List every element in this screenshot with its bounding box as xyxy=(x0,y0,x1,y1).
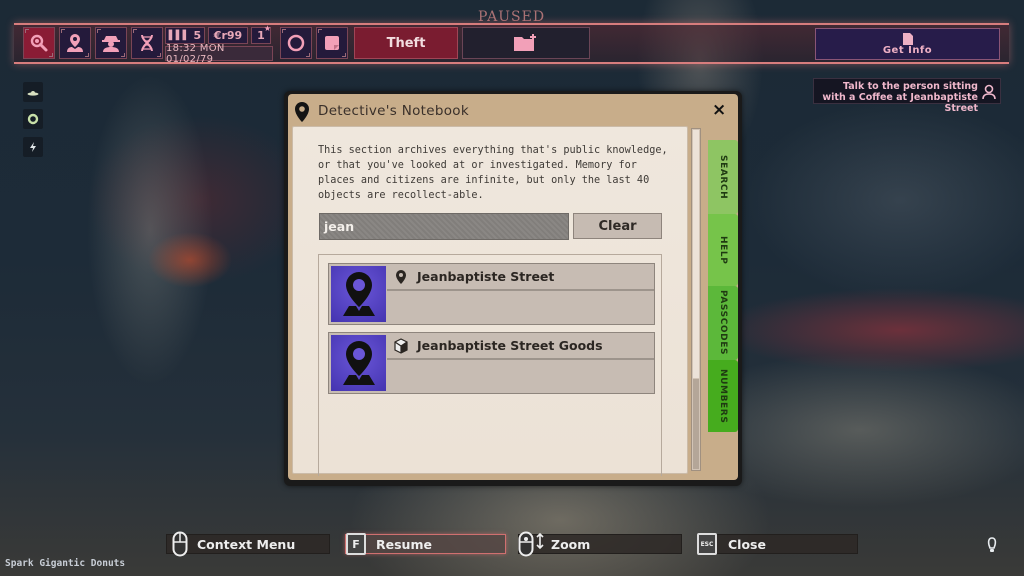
context-menu-hint[interactable]: Context Menu xyxy=(166,534,330,554)
ring-button[interactable] xyxy=(23,109,43,129)
result-thumbnail xyxy=(331,266,386,322)
notes-button[interactable] xyxy=(316,27,348,59)
magnifier-icon xyxy=(30,34,48,52)
detective-hat-icon xyxy=(102,36,120,52)
game-clock: 18:32 MON 01/02/79 xyxy=(165,43,273,65)
credits-stat: €r99 xyxy=(208,27,248,44)
notebook-description: This section archives everything that's … xyxy=(318,145,668,201)
objective-text: Talk to the person sitting with a Coffee… xyxy=(822,81,978,114)
circle-icon xyxy=(287,34,305,52)
location-pin-icon xyxy=(295,102,309,122)
tab-search[interactable]: SEARCH xyxy=(708,140,738,214)
box-icon xyxy=(394,337,408,354)
person-icon xyxy=(982,84,996,100)
ufo-icon xyxy=(27,91,39,96)
lightning-icon xyxy=(30,142,36,152)
search-input[interactable]: jean xyxy=(319,213,569,240)
get-info-button[interactable]: Get Info xyxy=(815,28,1000,60)
circle-button[interactable] xyxy=(280,27,312,59)
clear-button[interactable]: Clear xyxy=(573,213,662,239)
sticky-notes-icon xyxy=(325,36,339,50)
folder-plus-icon xyxy=(514,34,536,51)
current-location: Spark Gigantic Donuts xyxy=(5,558,126,569)
map-pin-icon xyxy=(343,341,375,385)
ring-icon xyxy=(27,113,39,125)
tab-passcodes[interactable]: PASSCODES xyxy=(708,286,738,360)
result-title: Jeanbaptiste Street Goods xyxy=(417,338,603,353)
new-case-button[interactable] xyxy=(462,27,590,59)
lockpicks-stat: 1 ★ xyxy=(251,24,271,44)
mouse-right-click-icon xyxy=(172,531,188,557)
close-hint[interactable]: Close xyxy=(697,534,858,554)
case-theft-tab[interactable]: Theft xyxy=(354,27,458,59)
result-title: Jeanbaptiste Street xyxy=(417,269,555,284)
esc-key-icon: ESC xyxy=(697,533,717,555)
evidence-button[interactable] xyxy=(131,27,163,59)
result-item[interactable]: Jeanbaptiste Street xyxy=(328,263,655,325)
star-icon: ★ xyxy=(263,24,271,33)
document-icon xyxy=(902,32,913,45)
close-button[interactable]: × xyxy=(712,101,726,119)
tab-help[interactable]: HELP xyxy=(708,214,738,286)
mouse-scroll-icon xyxy=(518,531,544,557)
result-thumbnail xyxy=(331,335,386,391)
map-pin-icon xyxy=(343,272,375,316)
scrollbar-thumb[interactable] xyxy=(693,379,699,469)
footprint-icon xyxy=(987,537,997,552)
magnifier-button[interactable] xyxy=(23,27,55,59)
energy-stat: ▌▌▌ 5 xyxy=(165,27,205,44)
map-location-button[interactable] xyxy=(59,27,91,59)
citizens-button[interactable] xyxy=(95,27,127,59)
dna-icon xyxy=(141,34,153,52)
ufo-button[interactable] xyxy=(23,82,43,102)
location-pin-icon xyxy=(396,269,406,284)
notebook-title: Detective's Notebook xyxy=(318,103,469,119)
location-person-icon xyxy=(67,34,83,52)
results-scrollbar[interactable] xyxy=(691,128,701,471)
tab-numbers[interactable]: NUMBERS xyxy=(708,360,738,432)
objective-panel: Talk to the person sitting with a Coffee… xyxy=(813,78,1001,114)
result-item[interactable]: Jeanbaptiste Street Goods xyxy=(328,332,655,394)
f-key-icon: F xyxy=(346,533,366,555)
lightning-button[interactable] xyxy=(23,137,43,157)
bars-icon: ▌▌▌ xyxy=(168,30,190,41)
resume-button[interactable]: Resume xyxy=(345,534,506,554)
